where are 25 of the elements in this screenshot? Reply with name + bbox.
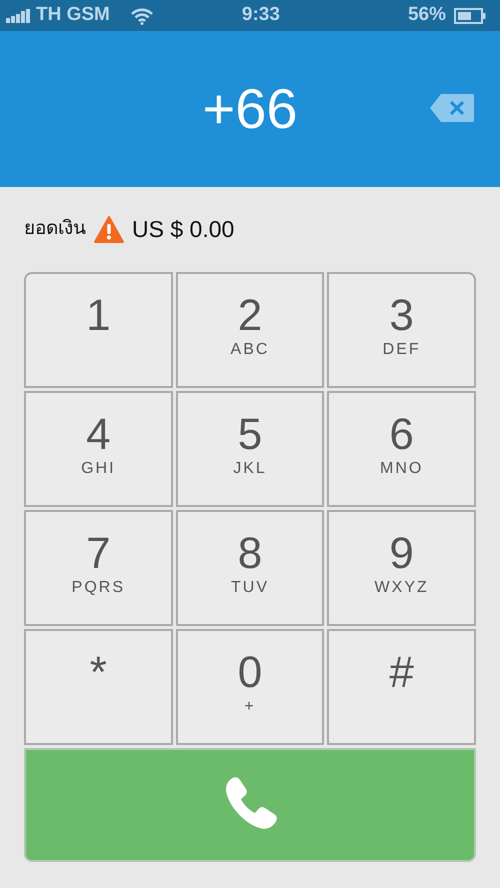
balance-label: ยอดเงิน xyxy=(24,217,86,242)
battery-icon xyxy=(454,8,486,24)
dial-key[interactable]: 9 WXYZ xyxy=(327,510,476,626)
dial-key[interactable]: * xyxy=(24,629,173,745)
dial-key[interactable]: 2 ABC xyxy=(176,272,324,388)
signal-icon xyxy=(6,8,32,22)
warning-icon xyxy=(94,216,124,243)
backspace-button[interactable] xyxy=(429,93,475,123)
balance-amount: US $ 0.00 xyxy=(132,215,234,244)
carrier-name: TH GSM xyxy=(36,3,110,28)
dial-key[interactable]: 3 DEF xyxy=(327,272,476,388)
dial-key[interactable]: 0 + xyxy=(176,629,324,745)
dial-key[interactable]: 6 MNO xyxy=(327,391,476,507)
backspace-icon xyxy=(429,93,475,123)
dial-key[interactable]: 7 PQRS xyxy=(24,510,173,626)
dial-key[interactable]: 4 GHI xyxy=(24,391,173,507)
call-button[interactable] xyxy=(24,748,476,862)
clock-time: 9:33 xyxy=(242,3,280,28)
dialed-number: +66 xyxy=(202,77,298,140)
wifi-icon xyxy=(130,6,154,24)
battery-percent: 56% xyxy=(408,3,446,28)
dial-key[interactable]: 5 JKL xyxy=(176,391,324,507)
dial-key[interactable]: # xyxy=(327,629,476,745)
dial-key[interactable]: 8 TUV xyxy=(176,510,324,626)
dial-key[interactable]: 1 xyxy=(24,272,173,388)
